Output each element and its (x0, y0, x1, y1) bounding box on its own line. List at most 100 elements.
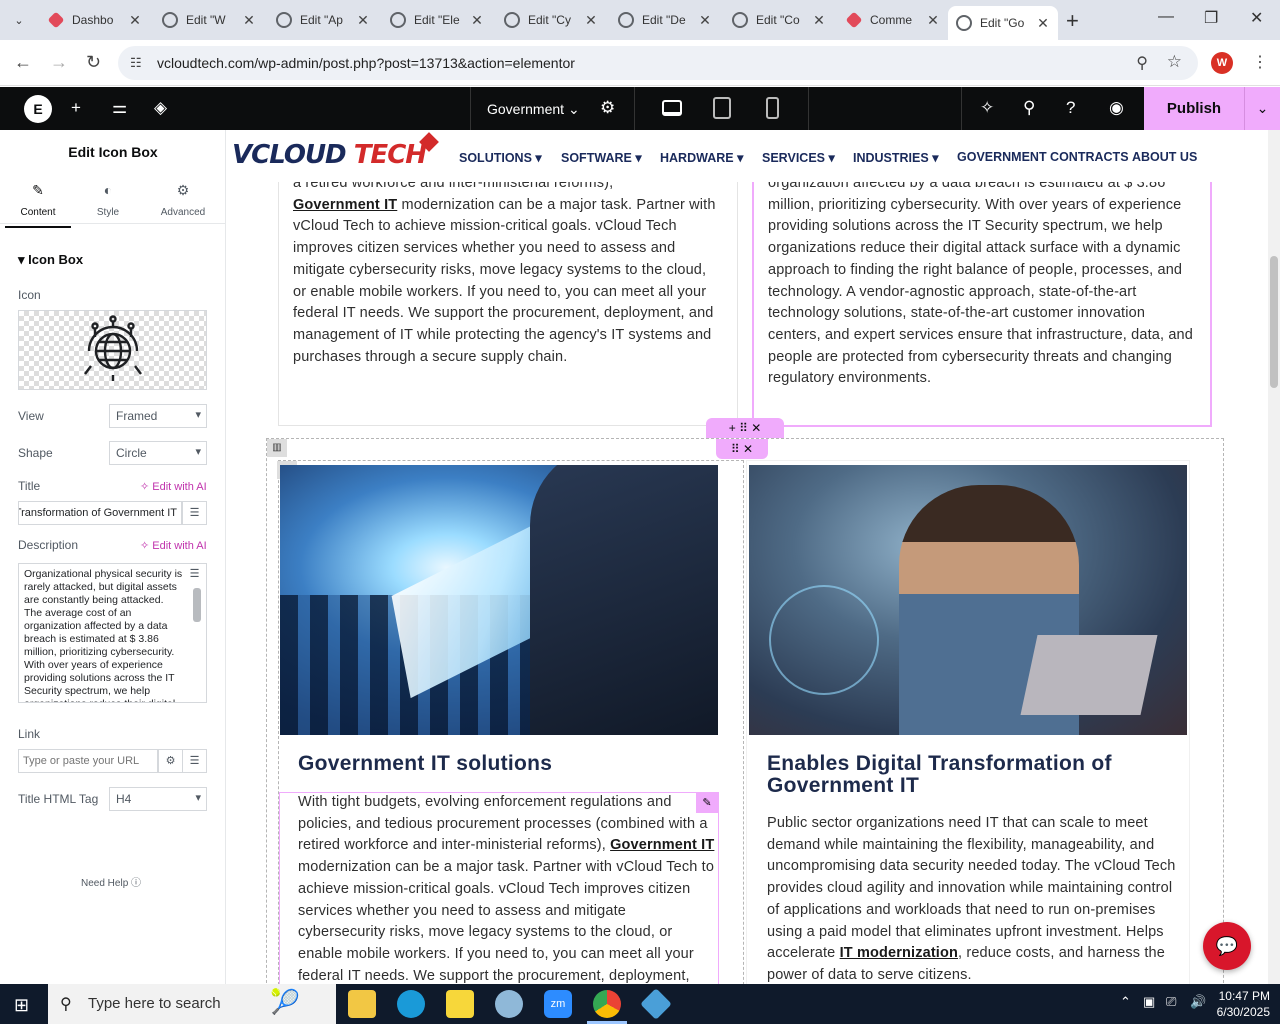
browser-tab[interactable]: Edit "W ✕ (154, 6, 264, 34)
page-settings-gear-icon[interactable]: ⚙ (600, 98, 615, 118)
browser-tab-active[interactable]: Edit "Go ✕ (948, 6, 1058, 40)
dynamic-tags-icon[interactable]: ☰ (182, 749, 207, 773)
edit-with-ai-link-description[interactable]: ✧ Edit with AI (140, 539, 207, 552)
paint-icon[interactable] (495, 990, 523, 1018)
close-icon[interactable]: ✕ (240, 12, 258, 29)
close-icon[interactable]: ✕ (582, 12, 600, 29)
menu-industries[interactable]: INDUSTRIES ▾ (853, 150, 938, 165)
zoom-icon[interactable]: ⚲ (1136, 53, 1148, 73)
desktop-view-icon[interactable] (662, 100, 682, 116)
view-select[interactable]: Framed (109, 404, 207, 428)
icon-picker[interactable] (18, 310, 207, 390)
close-icon[interactable]: ✕ (924, 12, 942, 29)
link-options-gear-icon[interactable]: ⚙ (158, 749, 183, 773)
scrollbar-thumb[interactable] (1270, 256, 1278, 388)
close-icon[interactable]: ✕ (1034, 15, 1052, 32)
bookmark-star-icon[interactable]: ☆ (1167, 52, 1182, 72)
government-it-link[interactable]: Government IT (610, 837, 714, 853)
browser-tab[interactable]: Comme ✕ (838, 6, 948, 34)
tab-search-chevron-icon[interactable]: ⌄ (6, 8, 32, 32)
elementor-logo-icon[interactable]: E (24, 95, 52, 123)
browser-tab[interactable]: Edit "Ele ✕ (382, 6, 492, 34)
chrome-icon[interactable] (593, 990, 621, 1018)
title-html-tag-select[interactable]: H4 (109, 787, 207, 811)
tab-advanced[interactable]: ⚙ Advanced (146, 182, 220, 220)
need-help-link[interactable]: Need Help ⓘ (81, 874, 141, 889)
site-info-icon[interactable]: ☷ (130, 55, 142, 71)
url-text[interactable]: vcloudtech.com/wp-admin/post.php?post=13… (157, 55, 575, 71)
close-icon[interactable]: ✕ (468, 12, 486, 29)
tray-app-icon[interactable]: ▣ (1143, 994, 1155, 1010)
structure-layers-icon[interactable]: ◈ (154, 98, 167, 118)
tray-expand-icon[interactable]: ⌃ (1120, 994, 1131, 1010)
government-it-link[interactable]: Government IT (293, 197, 397, 213)
site-settings-icon[interactable]: ⚌ (112, 98, 127, 118)
menu-services[interactable]: SERVICES ▾ (762, 150, 835, 165)
network-icon[interactable]: ⎚ (1166, 994, 1176, 1010)
new-tab-button[interactable]: + (1066, 8, 1079, 34)
edge-icon[interactable] (397, 990, 425, 1018)
search-icon[interactable]: ⚲ (1023, 98, 1035, 118)
add-icon[interactable]: + (729, 421, 736, 435)
delete-icon[interactable]: ✕ (751, 421, 761, 435)
site-logo[interactable]: VCLOUD TECH (232, 140, 427, 170)
preview-eye-icon[interactable]: ◉ (1109, 98, 1124, 118)
help-icon[interactable]: ? (1066, 98, 1075, 118)
tab-content[interactable]: ✎ Content (1, 182, 75, 228)
browser-tab[interactable]: Dashbo ✕ (40, 6, 150, 34)
close-icon[interactable]: ✕ (696, 12, 714, 29)
edit-with-ai-link-title[interactable]: ✧ Edit with AI (140, 480, 207, 493)
section-layout-icon[interactable]: ▥ (267, 439, 287, 457)
volume-icon[interactable]: 🔊 (1190, 994, 1206, 1010)
menu-solutions[interactable]: SOLUTIONS ▾ (459, 150, 542, 165)
browser-menu-icon[interactable]: ⋮ (1252, 52, 1268, 72)
reload-icon[interactable]: ↻ (86, 52, 101, 73)
dynamic-tags-icon[interactable]: ☰ (182, 501, 207, 525)
add-element-icon[interactable]: + (71, 98, 81, 118)
notifications-icon[interactable]: ✧ (980, 98, 994, 118)
profile-avatar[interactable]: W (1211, 52, 1233, 74)
file-explorer-icon[interactable] (348, 990, 376, 1018)
shape-select[interactable]: Circle (109, 441, 207, 465)
tab-style[interactable]: ◐ Style (71, 182, 145, 220)
windows-start-icon[interactable]: ⊞ (14, 995, 29, 1016)
description-textarea[interactable]: Organizational physical security is rare… (18, 563, 207, 703)
close-icon[interactable]: ✕ (810, 12, 828, 29)
dynamic-tags-icon[interactable]: ☰ (182, 563, 207, 587)
chat-bubble-icon[interactable]: 💬 (1203, 922, 1251, 970)
close-icon[interactable]: ✕ (126, 12, 144, 29)
tablet-view-icon[interactable] (713, 97, 731, 119)
forward-icon[interactable]: → (50, 52, 68, 73)
publish-button[interactable]: Publish (1144, 87, 1244, 130)
menu-software[interactable]: SOFTWARE ▾ (561, 150, 642, 165)
menu-government-contracts[interactable]: GOVERNMENT CONTRACTS (957, 150, 1129, 164)
browser-tab[interactable]: Edit "Co ✕ (724, 6, 834, 34)
window-close-icon[interactable]: ✕ (1250, 8, 1263, 28)
publish-options-chevron-icon[interactable]: ⌄ (1244, 87, 1280, 130)
textarea-scrollbar[interactable] (193, 588, 201, 622)
taskbar-search[interactable]: ⚲ Type here to search 🎾 (48, 984, 336, 1024)
restore-icon[interactable]: ❐ (1204, 8, 1218, 28)
drag-icon[interactable]: ⠿ (739, 421, 748, 435)
menu-about-us[interactable]: ABOUT US (1132, 150, 1197, 164)
it-modernization-link[interactable]: IT modernization (840, 945, 958, 961)
browser-tab[interactable]: Edit "De ✕ (610, 6, 720, 34)
sticky-notes-icon[interactable] (446, 990, 474, 1018)
section-icon-box[interactable]: ▾ Icon Box (18, 252, 83, 268)
browser-tab[interactable]: Edit "Cy ✕ (496, 6, 606, 34)
omnibox[interactable]: ☷ vcloudtech.com/wp-admin/post.php?post=… (118, 46, 1198, 80)
menu-hardware[interactable]: HARDWARE ▾ (660, 150, 743, 165)
preview-scrollbar[interactable] (1268, 130, 1280, 984)
browser-tab[interactable]: Edit "Ap ✕ (268, 6, 378, 34)
mobile-view-icon[interactable] (766, 97, 779, 119)
minimize-icon[interactable]: — (1158, 8, 1174, 26)
link-url-input[interactable] (18, 749, 158, 773)
zoom-app-icon[interactable]: zm (544, 990, 572, 1018)
title-input[interactable]: Enables Digital Transformation of Govern… (18, 501, 182, 525)
close-icon[interactable]: ✕ (354, 12, 372, 29)
section-handle[interactable]: + ⠿ ✕ (706, 418, 784, 438)
system-clock[interactable]: 10:47 PM 6/30/2025 (1216, 988, 1270, 1020)
app-diamond-icon[interactable] (640, 988, 672, 1020)
page-name-dropdown[interactable]: Government ⌄ (487, 101, 580, 118)
back-icon[interactable]: ← (14, 52, 32, 73)
